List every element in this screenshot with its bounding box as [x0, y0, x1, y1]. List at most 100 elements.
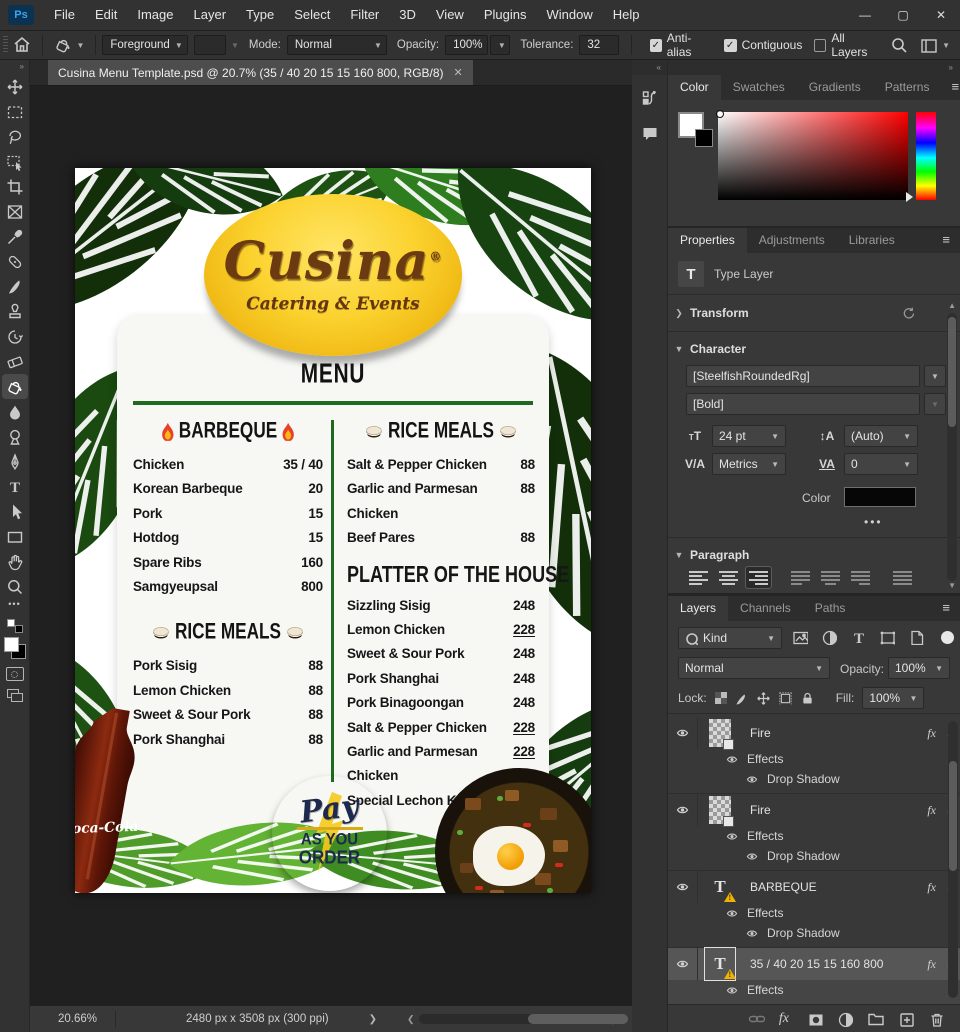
lock-position-icon[interactable]	[756, 691, 771, 706]
lock-transparency-icon[interactable]	[715, 692, 727, 704]
search-icon[interactable]	[879, 37, 920, 54]
paint-bucket-tool[interactable]	[2, 374, 28, 399]
font-family-dropdown-icon[interactable]: ▼	[924, 365, 946, 387]
healing-brush-tool[interactable]	[2, 249, 28, 274]
panel-menu-icon[interactable]: ≡	[932, 228, 960, 253]
tab-layers[interactable]: Layers	[668, 596, 728, 621]
filter-smart-objects-icon[interactable]	[908, 629, 924, 645]
panel-menu-icon[interactable]: ≡	[941, 75, 960, 100]
layer-row-selected[interactable]: T 35 / 40 20 15 15 160 800 fx ▲	[668, 948, 960, 980]
fill-select[interactable]: 100%▼	[862, 687, 924, 709]
lock-all-icon[interactable]	[800, 691, 815, 706]
document-canvas[interactable]: Cusina® Catering & Events MENU BARBEQUE …	[75, 168, 591, 893]
tab-paths[interactable]: Paths	[803, 596, 858, 621]
effects-row[interactable]: Effects	[668, 980, 960, 1000]
delete-layer-icon[interactable]	[928, 1011, 944, 1027]
justify-last-right-button[interactable]	[848, 567, 873, 588]
type-tool[interactable]	[2, 474, 28, 499]
close-icon[interactable]: ✕	[922, 0, 960, 30]
lock-artboard-icon[interactable]	[778, 691, 793, 706]
pattern-swatch[interactable]	[194, 35, 226, 55]
document-tab[interactable]: Cusina Menu Template.psd @ 20.7% (35 / 4…	[48, 60, 473, 85]
visibility-eye-icon[interactable]	[726, 985, 738, 996]
path-selection-tool[interactable]	[2, 499, 28, 524]
scrollbar-track[interactable]	[419, 1014, 607, 1024]
tab-color[interactable]: Color	[668, 75, 721, 100]
blend-mode-select[interactable]: Normal▼	[678, 657, 830, 679]
layer-thumbnail[interactable]: T	[698, 951, 742, 977]
tab-adjustments[interactable]: Adjustments	[747, 228, 837, 253]
all-layers-checkbox[interactable]: All Layers	[814, 31, 879, 59]
effects-row[interactable]: Effects	[668, 826, 960, 846]
tab-channels[interactable]: Channels	[728, 596, 803, 621]
horizontal-scrollbar[interactable]: ❮ ❯	[403, 1014, 622, 1025]
visibility-eye-icon[interactable]	[668, 871, 698, 903]
properties-scrollbar[interactable]	[947, 313, 957, 581]
clone-stamp-tool[interactable]	[2, 299, 28, 324]
menu-type[interactable]: Type	[236, 0, 284, 30]
visibility-eye-icon[interactable]	[746, 774, 758, 785]
dock-collapse-icon[interactable]: «	[632, 60, 667, 75]
crop-tool[interactable]	[2, 174, 28, 199]
eraser-tool[interactable]	[2, 349, 28, 374]
opacity-input[interactable]: 100%	[445, 35, 488, 55]
tab-patterns[interactable]: Patterns	[873, 75, 942, 100]
drop-shadow-row[interactable]: Drop Shadow	[668, 1000, 960, 1004]
menu-3d[interactable]: 3D	[389, 0, 426, 30]
font-size-select[interactable]: 24 pt▼	[712, 425, 786, 447]
quick-mask-icon[interactable]	[6, 667, 24, 681]
character-section-header[interactable]: ▼ Character	[668, 335, 960, 363]
filter-pixel-layers-icon[interactable]	[792, 629, 808, 645]
drop-shadow-row[interactable]: Drop Shadow	[668, 769, 960, 789]
justify-last-center-button[interactable]	[818, 567, 843, 588]
visibility-eye-icon[interactable]	[746, 851, 758, 862]
workspace-switcher-icon[interactable]	[920, 37, 937, 54]
reset-transform-icon[interactable]	[901, 306, 916, 321]
menu-edit[interactable]: Edit	[85, 0, 127, 30]
layers-scrollbar[interactable]	[948, 721, 958, 998]
mode-select[interactable]: Normal▼	[287, 35, 387, 55]
effects-row[interactable]: Effects	[668, 749, 960, 769]
eyedropper-tool[interactable]	[2, 224, 28, 249]
layer-thumbnail[interactable]	[698, 796, 742, 824]
drop-shadow-row[interactable]: Drop Shadow	[668, 923, 960, 943]
tab-swatches[interactable]: Swatches	[721, 75, 797, 100]
new-adjustment-layer-icon[interactable]	[837, 1011, 853, 1027]
scrollbar-thumb[interactable]	[528, 1014, 628, 1024]
history-brush-tool[interactable]	[2, 324, 28, 349]
zoom-level[interactable]: 20.66%	[30, 1013, 115, 1025]
layer-row[interactable]: Fire fx ▲	[668, 717, 960, 749]
text-color-swatch[interactable]	[844, 487, 916, 507]
visibility-eye-icon[interactable]	[668, 794, 698, 826]
move-tool[interactable]	[2, 74, 28, 99]
tab-properties[interactable]: Properties	[668, 228, 747, 253]
foreground-color-swatch[interactable]	[4, 637, 19, 652]
tool-preset-picker[interactable]: ▼	[49, 33, 90, 57]
fill-source-select[interactable]: Foreground▼	[102, 35, 187, 55]
maximize-icon[interactable]: ▢	[884, 0, 922, 30]
align-left-button[interactable]	[686, 567, 711, 588]
link-layers-icon[interactable]	[748, 1010, 765, 1027]
menu-view[interactable]: View	[426, 0, 474, 30]
opacity-dropdown[interactable]: ▼	[490, 35, 510, 55]
anti-alias-checkbox[interactable]: ✓Anti-alias	[650, 31, 712, 59]
layer-fx-badge[interactable]: fx	[927, 803, 936, 818]
scroll-down-icon[interactable]: ▼	[948, 581, 956, 590]
kerning-select[interactable]: Metrics▼	[712, 453, 786, 475]
align-center-button[interactable]	[716, 567, 741, 588]
minimize-icon[interactable]: —	[846, 0, 884, 30]
menu-image[interactable]: Image	[127, 0, 183, 30]
zoom-tool[interactable]	[2, 574, 28, 599]
saturation-brightness-map[interactable]	[718, 112, 908, 200]
menu-plugins[interactable]: Plugins	[474, 0, 537, 30]
brush-tool[interactable]	[2, 274, 28, 299]
status-menu-arrow-icon[interactable]: ❯	[369, 1014, 377, 1025]
blur-tool[interactable]	[2, 399, 28, 424]
lock-pixels-icon[interactable]	[734, 691, 749, 706]
menu-select[interactable]: Select	[284, 0, 340, 30]
scrollbar-thumb[interactable]	[948, 317, 956, 427]
tracking-select[interactable]: 0▼	[844, 453, 918, 475]
new-group-icon[interactable]	[867, 1010, 884, 1027]
filter-type-layers-icon[interactable]	[850, 629, 866, 645]
transform-section-header[interactable]: ❯ Transform	[668, 299, 960, 327]
